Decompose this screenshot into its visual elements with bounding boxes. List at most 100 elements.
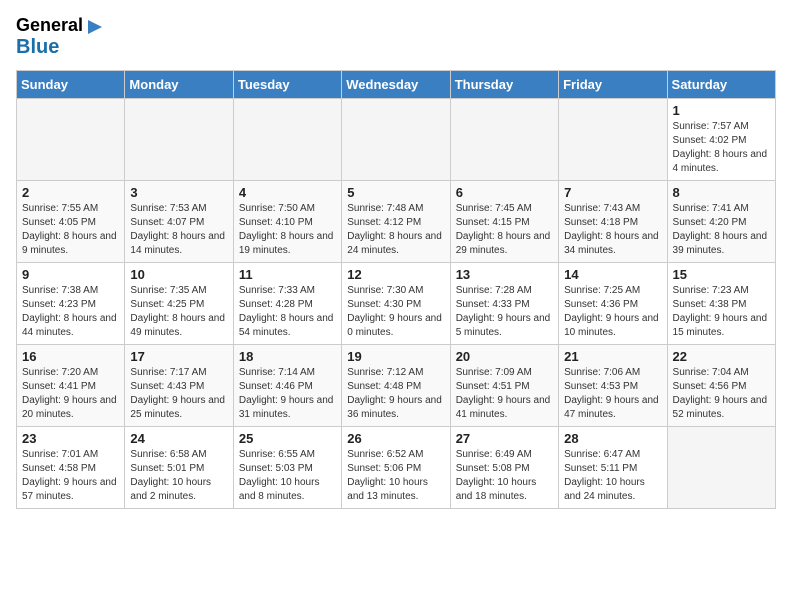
day-number: 18 bbox=[239, 349, 336, 364]
logo-text-blue: Blue bbox=[16, 36, 59, 58]
day-info: Sunrise: 6:58 AM Sunset: 5:01 PM Dayligh… bbox=[130, 448, 227, 504]
calendar-cell bbox=[233, 99, 341, 181]
calendar-cell: 18 Sunrise: 7:14 AM Sunset: 4:46 PM Dayli… bbox=[233, 345, 341, 427]
day-info: Sunrise: 6:52 AM Sunset: 5:06 PM Dayligh… bbox=[347, 448, 444, 504]
day-number: 13 bbox=[456, 267, 553, 282]
calendar-cell: 13 Sunrise: 7:28 AM Sunset: 4:33 PM Dayli… bbox=[450, 263, 558, 345]
day-info: Sunrise: 7:53 AM Sunset: 4:07 PM Dayligh… bbox=[130, 202, 227, 258]
calendar-cell bbox=[125, 99, 233, 181]
day-number: 12 bbox=[347, 267, 444, 282]
calendar-weekday-saturday: Saturday bbox=[667, 71, 775, 99]
calendar-cell bbox=[667, 427, 775, 509]
calendar-cell: 9 Sunrise: 7:38 AM Sunset: 4:23 PM Daylig… bbox=[17, 263, 125, 345]
calendar-cell: 6 Sunrise: 7:45 AM Sunset: 4:15 PM Daylig… bbox=[450, 181, 558, 263]
calendar-cell: 14 Sunrise: 7:25 AM Sunset: 4:36 PM Dayli… bbox=[559, 263, 667, 345]
day-info: Sunrise: 7:57 AM Sunset: 4:02 PM Dayligh… bbox=[673, 120, 770, 176]
day-number: 8 bbox=[673, 185, 770, 200]
day-number: 10 bbox=[130, 267, 227, 282]
calendar-cell: 2 Sunrise: 7:55 AM Sunset: 4:05 PM Daylig… bbox=[17, 181, 125, 263]
calendar-cell: 12 Sunrise: 7:30 AM Sunset: 4:30 PM Dayli… bbox=[342, 263, 450, 345]
calendar-cell: 3 Sunrise: 7:53 AM Sunset: 4:07 PM Daylig… bbox=[125, 181, 233, 263]
calendar-cell: 21 Sunrise: 7:06 AM Sunset: 4:53 PM Dayli… bbox=[559, 345, 667, 427]
calendar-cell: 20Sunrise: 7:09 AM Sunset: 4:51 PM Dayli… bbox=[450, 345, 558, 427]
day-number: 15 bbox=[673, 267, 770, 282]
calendar-cell: 23 Sunrise: 7:01 AM Sunset: 4:58 PM Dayli… bbox=[17, 427, 125, 509]
calendar-cell: 4Sunrise: 7:50 AM Sunset: 4:10 PM Daylig… bbox=[233, 181, 341, 263]
day-info: Sunrise: 7:45 AM Sunset: 4:15 PM Dayligh… bbox=[456, 202, 553, 258]
day-info: Sunrise: 7:38 AM Sunset: 4:23 PM Dayligh… bbox=[22, 284, 119, 340]
calendar-cell: 24 Sunrise: 6:58 AM Sunset: 5:01 PM Dayli… bbox=[125, 427, 233, 509]
day-number: 22 bbox=[673, 349, 770, 364]
calendar-cell: 25 Sunrise: 6:55 AM Sunset: 5:03 PM Dayli… bbox=[233, 427, 341, 509]
day-number: 11 bbox=[239, 267, 336, 282]
day-number: 2 bbox=[22, 185, 119, 200]
day-info: Sunrise: 7:33 AM Sunset: 4:28 PM Dayligh… bbox=[239, 284, 336, 340]
day-number: 1 bbox=[673, 103, 770, 118]
calendar-header-row: SundayMondayTuesdayWednesdayThursdayFrid… bbox=[17, 71, 776, 99]
calendar-cell: 19 Sunrise: 7:12 AM Sunset: 4:48 PM Dayli… bbox=[342, 345, 450, 427]
calendar-week-row: 9 Sunrise: 7:38 AM Sunset: 4:23 PM Daylig… bbox=[17, 263, 776, 345]
day-info: Sunrise: 7:55 AM Sunset: 4:05 PM Dayligh… bbox=[22, 202, 119, 258]
logo-text-general: General bbox=[16, 16, 83, 36]
calendar-cell bbox=[450, 99, 558, 181]
day-info: Sunrise: 6:55 AM Sunset: 5:03 PM Dayligh… bbox=[239, 448, 336, 504]
day-info: Sunrise: 6:49 AM Sunset: 5:08 PM Dayligh… bbox=[456, 448, 553, 504]
day-info: Sunrise: 7:12 AM Sunset: 4:48 PM Dayligh… bbox=[347, 366, 444, 422]
day-number: 17 bbox=[130, 349, 227, 364]
logo-arrow-icon bbox=[86, 18, 104, 36]
day-info: Sunrise: 7:06 AM Sunset: 4:53 PM Dayligh… bbox=[564, 366, 661, 422]
calendar-cell: 11 Sunrise: 7:33 AM Sunset: 4:28 PM Dayli… bbox=[233, 263, 341, 345]
calendar-cell: 15 Sunrise: 7:23 AM Sunset: 4:38 PM Dayli… bbox=[667, 263, 775, 345]
calendar-cell: 1 Sunrise: 7:57 AM Sunset: 4:02 PM Daylig… bbox=[667, 99, 775, 181]
calendar-cell: 17 Sunrise: 7:17 AM Sunset: 4:43 PM Dayli… bbox=[125, 345, 233, 427]
day-number: 9 bbox=[22, 267, 119, 282]
day-number: 5 bbox=[347, 185, 444, 200]
day-number: 21 bbox=[564, 349, 661, 364]
day-info: Sunrise: 7:48 AM Sunset: 4:12 PM Dayligh… bbox=[347, 202, 444, 258]
day-number: 3 bbox=[130, 185, 227, 200]
day-number: 27 bbox=[456, 431, 553, 446]
day-info: Sunrise: 7:50 AM Sunset: 4:10 PM Dayligh… bbox=[239, 202, 336, 258]
day-number: 25 bbox=[239, 431, 336, 446]
day-info: Sunrise: 7:28 AM Sunset: 4:33 PM Dayligh… bbox=[456, 284, 553, 340]
calendar-weekday-tuesday: Tuesday bbox=[233, 71, 341, 99]
day-info: Sunrise: 7:17 AM Sunset: 4:43 PM Dayligh… bbox=[130, 366, 227, 422]
day-number: 6 bbox=[456, 185, 553, 200]
day-info: Sunrise: 7:25 AM Sunset: 4:36 PM Dayligh… bbox=[564, 284, 661, 340]
calendar-weekday-friday: Friday bbox=[559, 71, 667, 99]
day-info: Sunrise: 7:14 AM Sunset: 4:46 PM Dayligh… bbox=[239, 366, 336, 422]
day-info: Sunrise: 7:43 AM Sunset: 4:18 PM Dayligh… bbox=[564, 202, 661, 258]
page-header: General Blue bbox=[16, 16, 776, 58]
calendar-cell: 10Sunrise: 7:35 AM Sunset: 4:25 PM Dayli… bbox=[125, 263, 233, 345]
calendar-cell bbox=[559, 99, 667, 181]
day-info: Sunrise: 7:04 AM Sunset: 4:56 PM Dayligh… bbox=[673, 366, 770, 422]
calendar-weekday-thursday: Thursday bbox=[450, 71, 558, 99]
calendar-weekday-monday: Monday bbox=[125, 71, 233, 99]
day-info: Sunrise: 7:20 AM Sunset: 4:41 PM Dayligh… bbox=[22, 366, 119, 422]
day-info: Sunrise: 7:09 AM Sunset: 4:51 PM Dayligh… bbox=[456, 366, 553, 422]
day-info: Sunrise: 7:01 AM Sunset: 4:58 PM Dayligh… bbox=[22, 448, 119, 504]
day-number: 16 bbox=[22, 349, 119, 364]
calendar-cell: 7Sunrise: 7:43 AM Sunset: 4:18 PM Daylig… bbox=[559, 181, 667, 263]
day-number: 24 bbox=[130, 431, 227, 446]
calendar-cell: 27 Sunrise: 6:49 AM Sunset: 5:08 PM Dayli… bbox=[450, 427, 558, 509]
calendar-weekday-wednesday: Wednesday bbox=[342, 71, 450, 99]
day-number: 14 bbox=[564, 267, 661, 282]
logo: General Blue bbox=[16, 16, 104, 58]
day-number: 26 bbox=[347, 431, 444, 446]
calendar-cell: 8 Sunrise: 7:41 AM Sunset: 4:20 PM Daylig… bbox=[667, 181, 775, 263]
calendar-table: SundayMondayTuesdayWednesdayThursdayFrid… bbox=[16, 70, 776, 509]
day-info: Sunrise: 6:47 AM Sunset: 5:11 PM Dayligh… bbox=[564, 448, 661, 504]
calendar-cell: 28Sunrise: 6:47 AM Sunset: 5:11 PM Dayli… bbox=[559, 427, 667, 509]
calendar-cell bbox=[17, 99, 125, 181]
calendar-weekday-sunday: Sunday bbox=[17, 71, 125, 99]
calendar-week-row: 1 Sunrise: 7:57 AM Sunset: 4:02 PM Daylig… bbox=[17, 99, 776, 181]
day-info: Sunrise: 7:41 AM Sunset: 4:20 PM Dayligh… bbox=[673, 202, 770, 258]
calendar-cell bbox=[342, 99, 450, 181]
calendar-cell: 16 Sunrise: 7:20 AM Sunset: 4:41 PM Dayli… bbox=[17, 345, 125, 427]
day-number: 19 bbox=[347, 349, 444, 364]
day-info: Sunrise: 7:23 AM Sunset: 4:38 PM Dayligh… bbox=[673, 284, 770, 340]
day-info: Sunrise: 7:30 AM Sunset: 4:30 PM Dayligh… bbox=[347, 284, 444, 340]
day-number: 23 bbox=[22, 431, 119, 446]
calendar-cell: 5 Sunrise: 7:48 AM Sunset: 4:12 PM Daylig… bbox=[342, 181, 450, 263]
